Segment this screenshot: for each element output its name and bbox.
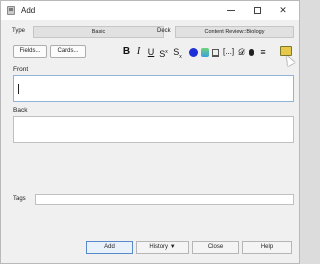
close-window-button[interactable]: ✕ bbox=[271, 1, 295, 20]
text-color-button[interactable] bbox=[187, 45, 199, 59]
fields-button[interactable]: Fields... bbox=[13, 45, 47, 58]
front-field[interactable] bbox=[13, 75, 294, 102]
maximize-icon bbox=[253, 7, 261, 15]
deck-button[interactable]: Content Review::Biology bbox=[175, 26, 294, 38]
maximize-button[interactable] bbox=[245, 1, 269, 20]
bold-button[interactable]: B bbox=[122, 45, 131, 59]
cards-button[interactable]: Cards... bbox=[50, 45, 86, 58]
deck-label: Deck bbox=[157, 28, 171, 34]
underline-button[interactable]: U bbox=[147, 45, 155, 59]
minimize-button[interactable] bbox=[219, 1, 243, 20]
subscript-button[interactable]: Sx bbox=[172, 45, 183, 60]
note-type-button[interactable]: Basic bbox=[33, 26, 164, 38]
window-title: Add bbox=[21, 6, 36, 15]
add-window: Add ✕ Type Basic Deck Content Review::Bi… bbox=[0, 0, 300, 264]
highlight-button[interactable] bbox=[199, 45, 210, 59]
text-color-icon bbox=[188, 48, 198, 58]
text-cursor bbox=[18, 84, 19, 94]
superscript-button[interactable]: Sx bbox=[158, 45, 169, 59]
title-bar: Add ✕ bbox=[1, 1, 299, 20]
clear-format-icon bbox=[212, 48, 219, 57]
tags-input[interactable] bbox=[35, 194, 294, 205]
more-menu-button[interactable]: ≡ bbox=[258, 45, 268, 59]
back-field[interactable] bbox=[13, 116, 294, 143]
help-button[interactable]: Help bbox=[242, 241, 292, 254]
history-button[interactable]: History ▼ bbox=[136, 241, 189, 254]
back-label: Back bbox=[13, 107, 28, 114]
type-label: Type bbox=[12, 28, 26, 34]
subscript-mark: x bbox=[179, 53, 182, 60]
minimize-icon bbox=[227, 10, 235, 12]
italic-button[interactable]: I bbox=[135, 45, 142, 59]
add-button[interactable]: Add bbox=[86, 241, 133, 254]
microphone-icon bbox=[248, 49, 254, 57]
mouse-pointer-icon bbox=[283, 53, 295, 67]
clear-format-button[interactable] bbox=[210, 45, 221, 59]
close-button[interactable]: Close bbox=[192, 241, 239, 254]
record-audio-button[interactable] bbox=[246, 45, 256, 59]
front-label: Front bbox=[13, 66, 29, 73]
highlight-icon bbox=[200, 48, 209, 58]
tags-label: Tags bbox=[13, 196, 26, 202]
superscript-mark: x bbox=[165, 49, 168, 55]
cloze-button[interactable]: [...] bbox=[223, 45, 234, 59]
close-icon: ✕ bbox=[279, 5, 287, 15]
app-icon bbox=[7, 6, 15, 15]
